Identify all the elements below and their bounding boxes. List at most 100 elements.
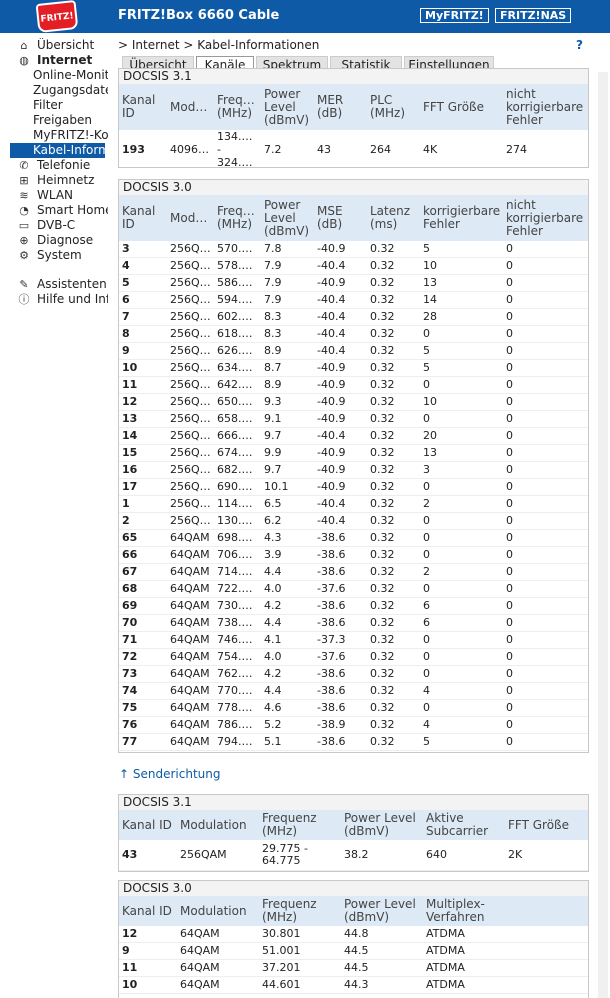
table-row: 1 256Q… 114.… 6.5 -40.4 0.32 2 0 xyxy=(119,495,588,513)
table-row: 76 64QAM 786.… 5.2 -38.9 0.32 4 0 xyxy=(119,716,588,734)
cell: 0 xyxy=(503,359,588,377)
sidebar-item-smart-home[interactable]: ◔ Smart Home xyxy=(18,203,108,218)
cell: 256Q… xyxy=(167,461,214,479)
cell: 8.7 xyxy=(261,359,314,377)
col-header: korrigierbare Fehler xyxy=(420,195,503,241)
table-row: 4 256Q… 578.… 7.9 -40.4 0.32 10 0 xyxy=(119,257,588,275)
cell: 256Q… xyxy=(167,291,214,309)
cell: -40.9 xyxy=(314,376,367,394)
cell: 64QAM xyxy=(167,614,214,632)
cell: -38.6 xyxy=(314,682,367,700)
cell: 5 xyxy=(420,733,503,751)
cell xyxy=(505,942,588,960)
sidebar-item-internet[interactable]: ◍ Internet xyxy=(18,53,108,68)
cell: 1 xyxy=(119,495,167,513)
cell: 274 xyxy=(503,130,588,167)
fritznas-button[interactable]: FRITZ!NAS xyxy=(495,8,572,23)
cell: 43 xyxy=(119,840,177,871)
cell: 0.32 xyxy=(367,512,420,530)
sidebar-sub-freigaben[interactable]: Freigaben xyxy=(33,113,108,128)
breadcrumb-internet[interactable]: Internet xyxy=(132,38,180,52)
cell: 7 xyxy=(119,308,167,326)
col-header: PLC (MHz) xyxy=(367,84,420,130)
cell: 5.2 xyxy=(261,716,314,734)
sidebar-item-telefonie[interactable]: ✆ Telefonie xyxy=(18,158,108,173)
cell: 256Q… xyxy=(167,325,214,343)
section-title: DOCSIS 3.1 xyxy=(119,69,588,84)
cell: 10 xyxy=(420,393,503,411)
breadcrumb-arrow-icon: > xyxy=(118,38,129,52)
cell: 75 xyxy=(119,699,167,717)
cell: 10 xyxy=(420,257,503,275)
breadcrumb-arrow-icon: > xyxy=(183,38,194,52)
table-row: 75 64QAM 778.… 4.6 -38.6 0.32 0 0 xyxy=(119,699,588,717)
sidebar-item-wlan[interactable]: ≋ WLAN xyxy=(18,188,108,203)
col-header: Freq… (MHz) xyxy=(214,195,261,241)
sidebar-item-diagnose[interactable]: ⊕ Diagnose xyxy=(18,233,108,248)
fritz-logo[interactable]: FRITZ! xyxy=(35,0,79,34)
sidebar-item-uebersicht[interactable]: ⌂ Übersicht xyxy=(18,38,108,53)
cell: -38.6 xyxy=(314,750,367,752)
cell: 0 xyxy=(503,325,588,343)
sidebar-item-heimnetz[interactable]: ⊞ Heimnetz xyxy=(18,173,108,188)
cell: 64QAM xyxy=(177,976,259,994)
table-row: 10 64QAM 44.601 44.3 ATDMA xyxy=(119,976,588,994)
cell: 642.… xyxy=(214,376,261,394)
cell: -37.6 xyxy=(314,648,367,666)
sidebar-item-hilfe[interactable]: ⓘ Hilfe und Inf xyxy=(18,292,109,307)
col-header: Frequenz (MHz) xyxy=(259,896,341,926)
cell: 256Q… xyxy=(167,495,214,513)
sidebar-sub-kabel-informationen[interactable]: Kabel-Inform xyxy=(10,143,105,158)
cell: 0.32 xyxy=(367,699,420,717)
myfritz-button[interactable]: MyFRITZ! xyxy=(420,8,489,23)
table-row: 13 256Q… 658.… 9.1 -40.9 0.32 0 0 xyxy=(119,410,588,428)
col-header: Modulation xyxy=(177,896,259,926)
cell: -40.9 xyxy=(314,410,367,428)
cell: 20 xyxy=(420,427,503,445)
cell: 778.… xyxy=(214,699,261,717)
cell: 256Q… xyxy=(167,359,214,377)
cell: 0.32 xyxy=(367,682,420,700)
cell xyxy=(505,959,588,977)
sidebar-sub-myfritz-konto[interactable]: MyFRITZ!-Koi xyxy=(33,128,108,143)
table-row: 17 256Q… 690.… 10.1 -40.9 0.32 0 0 xyxy=(119,478,588,496)
cell: 64QAM xyxy=(167,665,214,683)
cell: 0 xyxy=(503,529,588,547)
cell: 634.… xyxy=(214,359,261,377)
cell: 4.6 xyxy=(261,699,314,717)
sidebar-item-assistenten[interactable]: ✎ Assistenten xyxy=(18,277,108,292)
cell: -40.4 xyxy=(314,325,367,343)
cell: -37.3 xyxy=(314,631,367,649)
sidebar-item-system[interactable]: ⚙ System xyxy=(18,248,108,263)
sidebar-sub-filter[interactable]: Filter xyxy=(33,98,108,113)
home-icon: ⌂ xyxy=(20,39,28,52)
cell: 13 xyxy=(420,444,503,462)
scrollbar[interactable] xyxy=(598,72,608,998)
cell: 0 xyxy=(503,274,588,292)
cell: 0.32 xyxy=(367,325,420,343)
cell: 4.4 xyxy=(261,682,314,700)
network-icon: ⊞ xyxy=(19,174,29,187)
cell: 618.… xyxy=(214,325,261,343)
help-icon[interactable]: ? xyxy=(576,38,583,52)
cell: 64QAM xyxy=(167,733,214,751)
col-header: Aktive Subcarrier xyxy=(423,810,505,840)
col-header: Power Level (dBmV) xyxy=(341,810,423,840)
sidebar-item-label: Internet xyxy=(37,53,93,67)
cell: 0.32 xyxy=(367,614,420,632)
sidebar-item-label: System xyxy=(37,248,82,262)
cell: 11 xyxy=(119,959,177,977)
col-header: nicht korrigierbare Fehler xyxy=(503,84,588,130)
sidebar-item-dvbc[interactable]: ▭ DVB-C xyxy=(18,218,108,233)
cell: -38.6 xyxy=(314,546,367,564)
cell: 0 xyxy=(503,342,588,360)
senderichtung-link[interactable]: ↑ Senderichtung xyxy=(119,767,220,781)
cell: 11 xyxy=(119,376,167,394)
table-row: 67 64QAM 714.… 4.4 -38.6 0.32 2 0 xyxy=(119,563,588,581)
cell: 8 xyxy=(119,325,167,343)
cell: 0.32 xyxy=(367,546,420,564)
sidebar-sub-zugangsdaten[interactable]: Zugangsdate xyxy=(33,83,108,98)
table-row: 12 256Q… 650.… 9.3 -40.9 0.32 10 0 xyxy=(119,393,588,411)
cell: 0 xyxy=(503,665,588,683)
sidebar-sub-online-monitor[interactable]: Online-Monit xyxy=(33,68,108,83)
